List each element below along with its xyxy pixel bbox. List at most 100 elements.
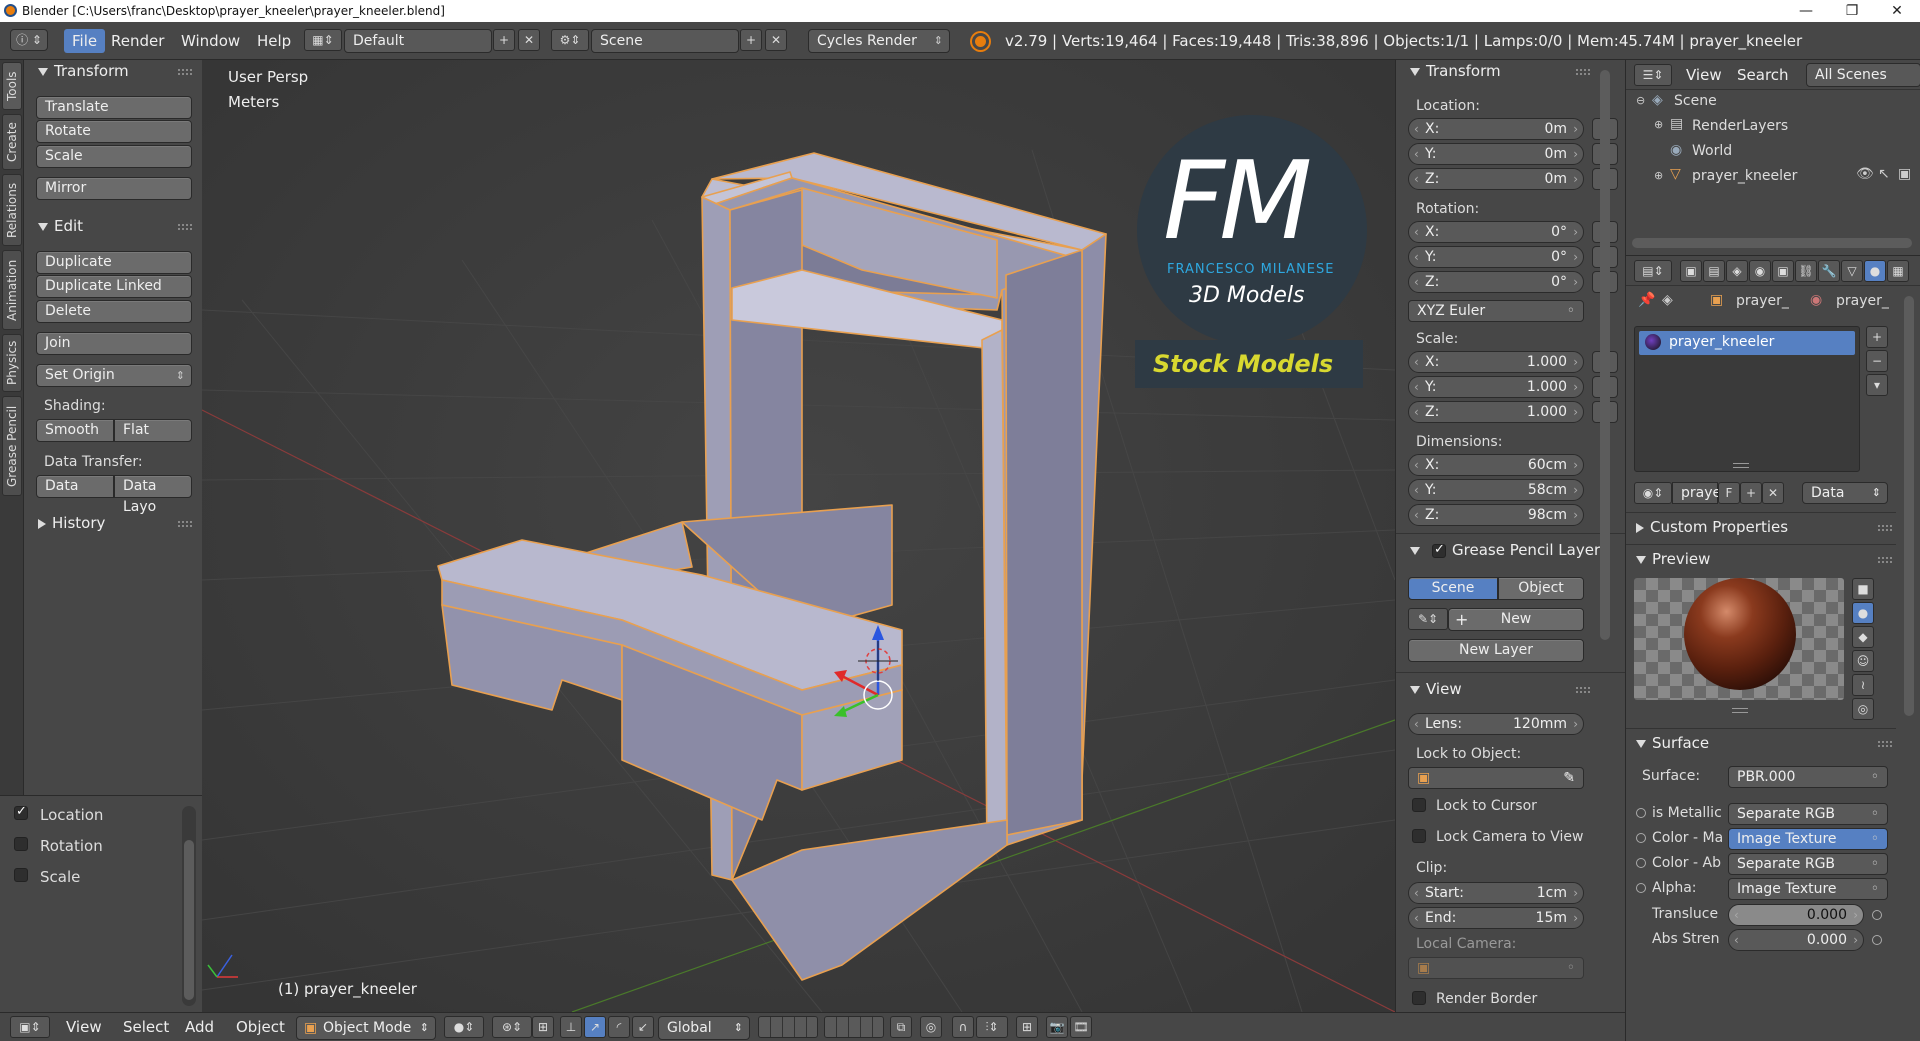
socket-icon[interactable] bbox=[1636, 883, 1646, 893]
mode-dropdown[interactable]: ▣ Object Mode ⇕ bbox=[296, 1016, 436, 1040]
location-z-field[interactable]: Z: 0m bbox=[1408, 168, 1584, 190]
gp-object-button[interactable]: Object bbox=[1498, 577, 1584, 600]
texture-tab-icon[interactable]: ▦ bbox=[1887, 260, 1909, 282]
editor-type-3dview-icon[interactable]: ▣⇕ bbox=[10, 1016, 50, 1038]
menu-select[interactable]: Select bbox=[123, 1018, 169, 1036]
rotation-checkbox[interactable] bbox=[14, 837, 28, 851]
snap-toggle-icon[interactable]: ∩ bbox=[952, 1016, 974, 1038]
clip-end-field[interactable]: End: 15m bbox=[1408, 907, 1584, 929]
preview-sphere-icon[interactable]: ● bbox=[1852, 602, 1874, 624]
socket-icon[interactable] bbox=[1636, 858, 1646, 868]
object-tab-icon[interactable]: ▣ bbox=[1772, 260, 1794, 282]
scene-icon[interactable]: ⚙⇕ bbox=[551, 29, 589, 51]
tab-animation[interactable]: Animation bbox=[2, 250, 22, 330]
delete-button[interactable]: Delete bbox=[36, 300, 192, 323]
screen-layout-icon[interactable]: ▦⇕ bbox=[304, 29, 342, 51]
alpha-input[interactable]: Image Texture bbox=[1728, 878, 1888, 900]
rotate-button[interactable]: Rotate bbox=[36, 120, 192, 143]
fake-user-button[interactable]: F bbox=[1718, 482, 1740, 504]
duplicate-button[interactable]: Duplicate bbox=[36, 251, 192, 274]
menu-object[interactable]: Object bbox=[236, 1018, 285, 1036]
preview-cube-icon[interactable]: ◆ bbox=[1852, 626, 1874, 648]
pin-icon[interactable]: 📌 bbox=[1638, 292, 1655, 308]
material-slot-row[interactable]: prayer_kneeler bbox=[1639, 331, 1855, 355]
manipulator-toggle-icon[interactable]: ⊞ bbox=[532, 1016, 554, 1038]
outliner-renderlayers[interactable]: RenderLayers bbox=[1692, 118, 1788, 134]
render-layers-tab-icon[interactable]: ▤ bbox=[1703, 260, 1725, 282]
socket-icon[interactable] bbox=[1636, 808, 1646, 818]
surface-header[interactable]: Surface bbox=[1636, 734, 1709, 752]
clip-start-field[interactable]: Start: 1cm bbox=[1408, 882, 1584, 904]
maximize-button[interactable]: ❐ bbox=[1829, 0, 1875, 22]
transluce-slider[interactable]: 0.000 bbox=[1728, 904, 1864, 926]
preview-plane-icon[interactable]: ■ bbox=[1852, 578, 1874, 600]
preview-hair-icon[interactable]: ≀ bbox=[1852, 674, 1874, 696]
properties-scrollbar[interactable] bbox=[1904, 296, 1914, 716]
scene-selector[interactable]: Scene bbox=[591, 29, 739, 53]
gp-new-layer-button[interactable]: New Layer bbox=[1408, 639, 1584, 662]
transform-orientation-dropdown[interactable]: Global ⇕ bbox=[658, 1016, 750, 1040]
tab-physics[interactable]: Physics bbox=[2, 334, 22, 392]
scale-x-field[interactable]: X: 1.000 bbox=[1408, 351, 1584, 373]
render-camera-icon[interactable]: ▣ bbox=[1898, 166, 1911, 182]
rotate-manipulator-icon[interactable]: ↗ bbox=[584, 1016, 606, 1038]
lock-camera-checkbox[interactable] bbox=[1412, 829, 1426, 843]
layout-selector[interactable]: Default bbox=[344, 29, 492, 53]
tab-relations[interactable]: Relations bbox=[2, 174, 22, 246]
display-mode-dropdown[interactable]: All Scenes bbox=[1806, 63, 1920, 87]
editor-type-info-icon[interactable]: ⓘ ⇕ bbox=[10, 29, 48, 51]
orientation-icon[interactable]: ↙ bbox=[632, 1016, 654, 1038]
tab-create[interactable]: Create bbox=[2, 114, 22, 170]
scrollbar-thumb[interactable] bbox=[184, 840, 194, 1000]
lock-to-cursor-checkbox[interactable] bbox=[1412, 798, 1426, 812]
editor-type-properties-icon[interactable]: ▤⇕ bbox=[1634, 260, 1672, 282]
material-slot-list[interactable]: prayer_kneeler bbox=[1634, 326, 1860, 472]
data-layout-button[interactable]: Data Layo bbox=[114, 475, 192, 515]
expand-toggle-icon[interactable]: ⊕ bbox=[1654, 169, 1663, 182]
smooth-button[interactable]: Smooth bbox=[36, 419, 114, 442]
gp-new-button[interactable]: + New bbox=[1448, 608, 1584, 631]
material-tab-icon[interactable]: ● bbox=[1864, 260, 1886, 282]
3d-viewport[interactable]: User Persp Meters (1) prayer_kneeler FM … bbox=[202, 60, 1395, 1012]
menu-file[interactable]: File bbox=[64, 29, 106, 53]
view-panel-header[interactable]: View bbox=[1410, 680, 1462, 698]
abs-stren-slider[interactable]: 0.000 bbox=[1728, 929, 1864, 951]
layers-row-2[interactable] bbox=[824, 1016, 884, 1038]
material-browse-icon[interactable]: ◉⇕ bbox=[1634, 482, 1672, 504]
layers-row-1[interactable] bbox=[758, 1016, 818, 1038]
socket-icon[interactable] bbox=[1872, 910, 1882, 920]
constraints-tab-icon[interactable]: ⛓ bbox=[1795, 260, 1817, 282]
menu-help[interactable]: Help bbox=[257, 32, 291, 50]
rotation-z-field[interactable]: Z: 0° bbox=[1408, 271, 1584, 293]
remove-layout-icon[interactable]: ✕ bbox=[518, 29, 540, 51]
rotation-x-field[interactable]: X: 0° bbox=[1408, 221, 1584, 243]
close-button[interactable]: ✕ bbox=[1874, 0, 1920, 22]
add-slot-icon[interactable]: + bbox=[1866, 326, 1888, 348]
collapse-toggle-icon[interactable]: ⊖ bbox=[1636, 94, 1645, 107]
render-engine-selector[interactable]: Cycles Render ⇕ bbox=[808, 29, 950, 53]
outliner-view-menu[interactable]: View bbox=[1686, 66, 1722, 84]
local-camera-field[interactable]: ▣ bbox=[1408, 957, 1584, 979]
unlink-material-icon[interactable]: ✕ bbox=[1762, 482, 1784, 504]
flat-button[interactable]: Flat bbox=[114, 419, 192, 442]
slot-specials-icon[interactable]: ▾ bbox=[1866, 374, 1888, 396]
remove-slot-icon[interactable]: − bbox=[1866, 350, 1888, 372]
outliner-search-menu[interactable]: Search bbox=[1737, 66, 1789, 84]
scale-checkbox[interactable] bbox=[14, 868, 28, 882]
lock-object-field[interactable]: ▣ ✎ bbox=[1408, 767, 1584, 789]
location-checkbox[interactable] bbox=[14, 804, 28, 820]
snap-target-icon[interactable]: ⊞ bbox=[1016, 1016, 1038, 1038]
scene-tab-icon[interactable]: ◈ bbox=[1726, 260, 1748, 282]
material-name-field[interactable]: praye bbox=[1672, 482, 1721, 504]
eye-icon[interactable]: 👁 bbox=[1856, 166, 1874, 182]
resize-grip-icon[interactable] bbox=[1732, 708, 1748, 713]
drag-grip-icon[interactable] bbox=[1576, 69, 1590, 75]
outliner-world[interactable]: World bbox=[1692, 143, 1732, 159]
preview-world-icon[interactable]: ◎ bbox=[1852, 698, 1874, 720]
drag-grip-icon[interactable] bbox=[178, 521, 192, 527]
socket-icon[interactable] bbox=[1872, 935, 1882, 945]
expand-toggle-icon[interactable]: ⊕ bbox=[1654, 118, 1663, 131]
set-origin-dropdown[interactable]: Set Origin ⇕ bbox=[36, 364, 192, 387]
scale-button[interactable]: Scale bbox=[36, 145, 192, 168]
pencil-icon[interactable]: ✎⇕ bbox=[1408, 608, 1448, 630]
